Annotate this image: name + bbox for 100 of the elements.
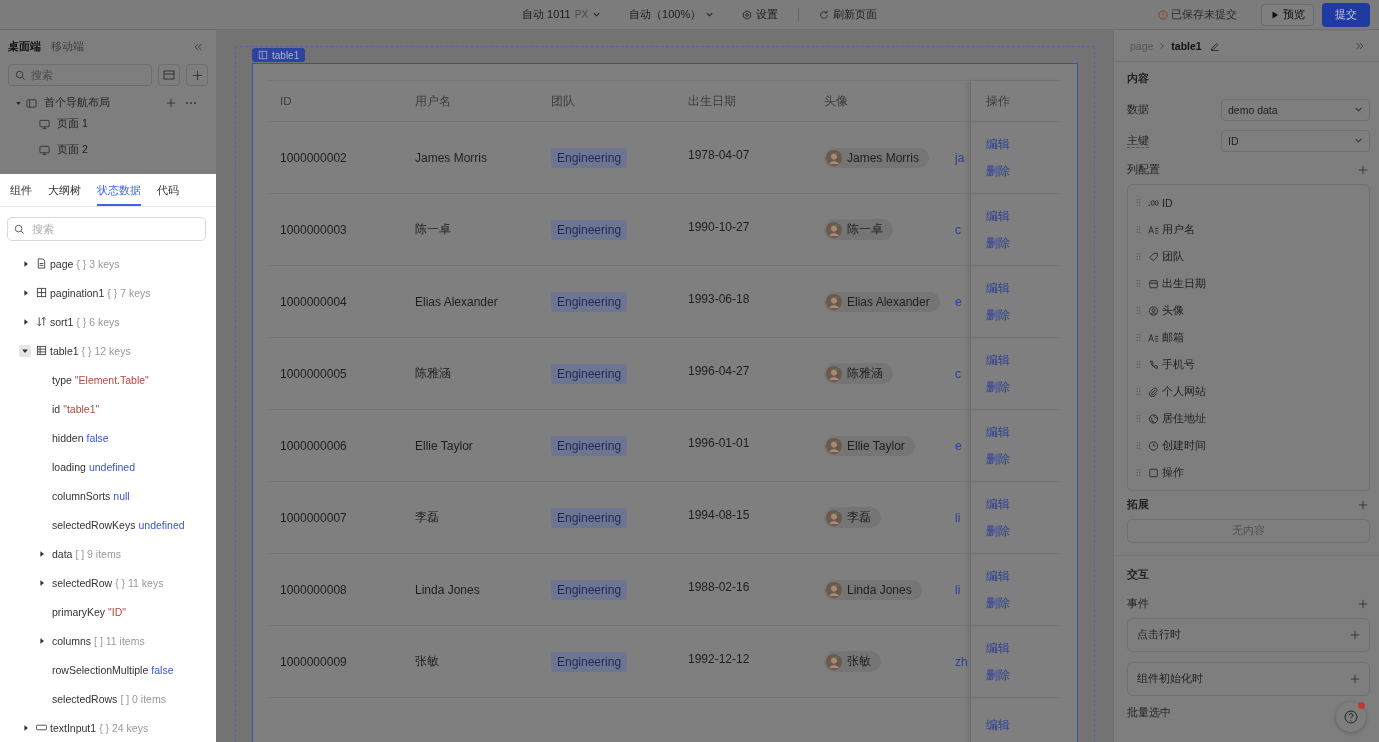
help-button[interactable] <box>1336 702 1366 732</box>
action-link[interactable]: 删除 <box>986 667 1010 683</box>
panel-tab[interactable]: 状态数据 <box>97 174 141 206</box>
action-link[interactable]: 删除 <box>986 523 1010 539</box>
column-item[interactable]: 居住地址 <box>1162 411 1206 426</box>
state-key[interactable]: sort1 <box>50 315 74 328</box>
drag-handle-icon[interactable] <box>1136 306 1141 315</box>
nav-layout-item[interactable]: 首个导航布局 <box>44 96 162 110</box>
action-link[interactable]: 编辑 <box>986 718 1010 733</box>
action-link[interactable]: 编辑 <box>986 208 1010 224</box>
table-cell: 1000000006 <box>280 438 347 453</box>
action-link[interactable]: 编辑 <box>986 640 1010 656</box>
avatar-icon <box>826 437 842 454</box>
column-item[interactable]: 手机号 <box>1162 357 1195 372</box>
section-label: 事件 <box>1127 597 1149 611</box>
platform-tab[interactable]: 桌面端 <box>8 40 41 54</box>
drag-handle-icon[interactable] <box>1136 468 1141 477</box>
add-icon[interactable] <box>1358 599 1368 609</box>
drag-handle-icon[interactable] <box>1136 252 1141 261</box>
drag-handle-icon[interactable] <box>1136 441 1141 450</box>
panel-tab[interactable]: 大纲树 <box>48 174 81 206</box>
caret-down-icon[interactable] <box>19 344 31 357</box>
email-link[interactable]: li <box>955 582 961 597</box>
email-link[interactable]: e <box>955 294 962 309</box>
state-key[interactable]: page <box>50 257 74 270</box>
state-key[interactable]: columns <box>52 634 92 647</box>
add-icon[interactable] <box>1358 165 1368 175</box>
event-item[interactable]: 点击行时 <box>1127 618 1370 652</box>
column-item[interactable]: 操作 <box>1162 465 1184 480</box>
caret-right-icon[interactable] <box>22 288 30 297</box>
column-item[interactable]: 创建时间 <box>1162 438 1206 453</box>
caret-right-icon[interactable] <box>38 578 46 587</box>
add-icon[interactable] <box>166 98 176 108</box>
add-icon[interactable] <box>1358 500 1368 510</box>
action-link[interactable]: 删除 <box>986 163 1010 179</box>
panel-tab[interactable]: 代码 <box>157 174 179 206</box>
drag-handle-icon[interactable] <box>1136 333 1141 342</box>
drag-handle-icon[interactable] <box>1136 360 1141 369</box>
email-link[interactable]: zh <box>955 654 968 669</box>
drag-handle-icon[interactable] <box>1136 225 1141 234</box>
submit-button[interactable]: 提交 <box>1322 2 1370 27</box>
caret-right-icon[interactable] <box>22 723 30 732</box>
action-link[interactable]: 编辑 <box>986 352 1010 368</box>
email-link[interactable]: li <box>955 510 961 525</box>
action-link[interactable]: 删除 <box>986 235 1010 251</box>
chevron-right-icon <box>1158 41 1167 50</box>
drag-handle-icon[interactable] <box>1136 198 1141 207</box>
select-field[interactable]: demo data <box>1221 98 1370 121</box>
column-item[interactable]: 邮箱 <box>1162 330 1184 345</box>
pencil-icon[interactable] <box>1209 40 1220 51</box>
expand-icon[interactable] <box>1355 40 1365 51</box>
caret-right-icon[interactable] <box>38 636 46 645</box>
column-header: 团队 <box>539 81 676 122</box>
action-link[interactable]: 编辑 <box>986 496 1010 512</box>
email-link[interactable]: c <box>955 222 961 237</box>
dropdown-button[interactable]: 自动（100%） <box>629 7 715 22</box>
select-field[interactable]: ID <box>1221 129 1370 152</box>
page-item[interactable]: 页面 2 <box>57 143 88 157</box>
column-item[interactable]: 出生日期 <box>1162 276 1206 291</box>
state-key[interactable]: pagination1 <box>50 286 105 299</box>
action-link[interactable]: 删除 <box>986 379 1010 395</box>
caret-right-icon[interactable] <box>22 259 30 268</box>
column-item[interactable]: 头像 <box>1162 303 1184 318</box>
email-link[interactable]: e <box>955 438 962 453</box>
layout-button[interactable] <box>158 64 180 86</box>
settings-button[interactable]: 设置 <box>742 7 779 22</box>
add-button[interactable] <box>186 64 208 86</box>
action-link[interactable]: 编辑 <box>986 568 1010 584</box>
drag-handle-icon[interactable] <box>1136 279 1141 288</box>
caret-right-icon[interactable] <box>22 317 30 326</box>
email-link[interactable]: c <box>955 366 961 381</box>
action-link[interactable]: 编辑 <box>986 424 1010 440</box>
email-link[interactable]: ja <box>955 150 965 165</box>
caret-right-icon[interactable] <box>38 549 46 558</box>
column-item[interactable]: 个人网站 <box>1162 384 1206 399</box>
platform-tab[interactable]: 移动端 <box>51 40 84 54</box>
event-item[interactable]: 组件初始化时 <box>1127 662 1370 696</box>
chevron-down-icon <box>1354 105 1363 114</box>
panel-tab[interactable]: 组件 <box>10 174 32 206</box>
state-key[interactable]: selectedRow <box>52 576 113 589</box>
action-link[interactable]: 编辑 <box>986 280 1010 296</box>
state-key[interactable]: textInput1 <box>50 721 97 734</box>
page-item[interactable]: 页面 1 <box>57 117 88 131</box>
column-item[interactable]: ID <box>1162 196 1173 209</box>
preview-button[interactable]: 预览 <box>1261 3 1314 26</box>
component-label[interactable]: table1 <box>252 48 306 62</box>
column-item[interactable]: 团队 <box>1162 249 1184 264</box>
state-key[interactable]: data <box>52 547 73 560</box>
action-link[interactable]: 删除 <box>986 451 1010 467</box>
drag-handle-icon[interactable] <box>1136 387 1141 396</box>
refresh-button[interactable]: 刷新页面 <box>819 7 878 22</box>
action-link[interactable]: 删除 <box>986 307 1010 323</box>
state-key[interactable]: table1 <box>50 344 79 357</box>
action-link[interactable]: 编辑 <box>986 136 1010 152</box>
team-tag: Engineering <box>551 291 628 312</box>
action-link[interactable]: 删除 <box>986 595 1010 611</box>
state-value: "Element.Table" <box>74 373 149 386</box>
collapse-icon[interactable] <box>193 42 203 52</box>
drag-handle-icon[interactable] <box>1136 414 1141 423</box>
column-item[interactable]: 用户名 <box>1162 222 1195 237</box>
